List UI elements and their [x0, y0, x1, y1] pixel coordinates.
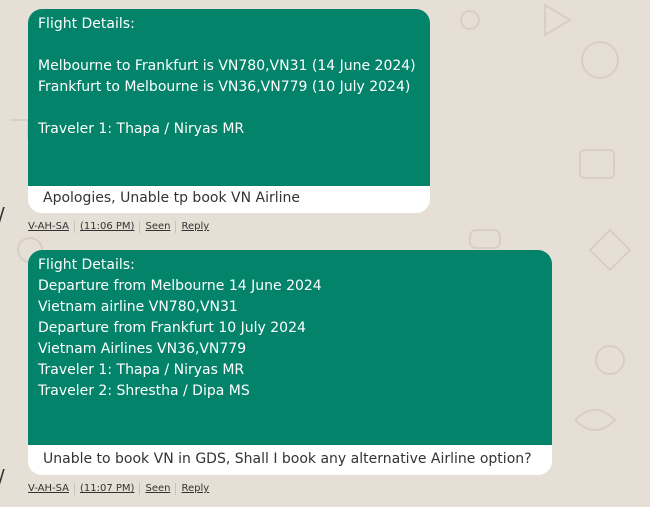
message-line: Traveler 1: Thapa / Niryas MR [38, 121, 245, 137]
reply-link[interactable]: Reply [181, 220, 209, 234]
chat-thread: / / Flight Details: Melbourne to Frankfu… [0, 0, 650, 507]
message-line [38, 35, 420, 56]
meta-divider [74, 221, 75, 233]
seen-link[interactable]: Seen [145, 220, 170, 234]
message-line: Departure from Frankfurt 10 July 2024 [38, 320, 306, 336]
message-tail-mark: / [0, 203, 5, 227]
message-line: Traveler 2: Shrestha / Dipa MS [38, 383, 250, 399]
message-bubble[interactable]: Flight Details: Melbourne to Frankfurt i… [28, 9, 430, 213]
message-tail-mark: / [0, 465, 5, 489]
timestamp-link[interactable]: (11:07 PM) [80, 482, 134, 496]
sender-link[interactable]: V-AH-SA [28, 220, 69, 234]
message-meta: V-AH-SA (11:07 PM) Seen Reply [28, 482, 209, 496]
seen-link[interactable]: Seen [145, 482, 170, 496]
chat-message: Flight Details: Departure from Melbourne… [28, 250, 552, 495]
meta-divider [175, 483, 177, 495]
message-line: Flight Details: [38, 257, 135, 273]
message-line: Departure from Melbourne 14 June 2024 [38, 278, 322, 294]
message-line: Vietnam airline VN780,VN31 [38, 299, 238, 315]
message-line: Frankfurt to Melbourne is VN36,VN779 (10… [38, 79, 411, 95]
message-meta: V-AH-SA (11:06 PM) Seen Reply [28, 220, 209, 234]
reply-link[interactable]: Reply [181, 482, 209, 496]
meta-divider [175, 221, 177, 233]
timestamp-link[interactable]: (11:06 PM) [80, 220, 134, 234]
meta-divider [139, 483, 141, 495]
flight-details-card: Flight Details: Departure from Melbourne… [28, 250, 552, 445]
meta-divider [74, 483, 75, 495]
message-bubble[interactable]: Flight Details: Departure from Melbourne… [28, 250, 552, 475]
message-caption: Unable to book VN in GDS, Shall I book a… [28, 445, 552, 475]
message-caption: Apologies, Unable tp book VN Airline [28, 186, 430, 213]
message-line: Vietnam Airlines VN36,VN779 [38, 341, 247, 357]
message-line: Flight Details: [38, 16, 135, 32]
chat-message: Flight Details: Melbourne to Frankfurt i… [28, 9, 430, 233]
sender-link[interactable]: V-AH-SA [28, 482, 69, 496]
message-line: Traveler 1: Thapa / Niryas MR [38, 362, 245, 378]
message-line [38, 98, 420, 119]
message-line: Melbourne to Frankfurt is VN780,VN31 (14… [38, 58, 416, 74]
flight-details-card: Flight Details: Melbourne to Frankfurt i… [28, 9, 430, 186]
meta-divider [139, 221, 141, 233]
